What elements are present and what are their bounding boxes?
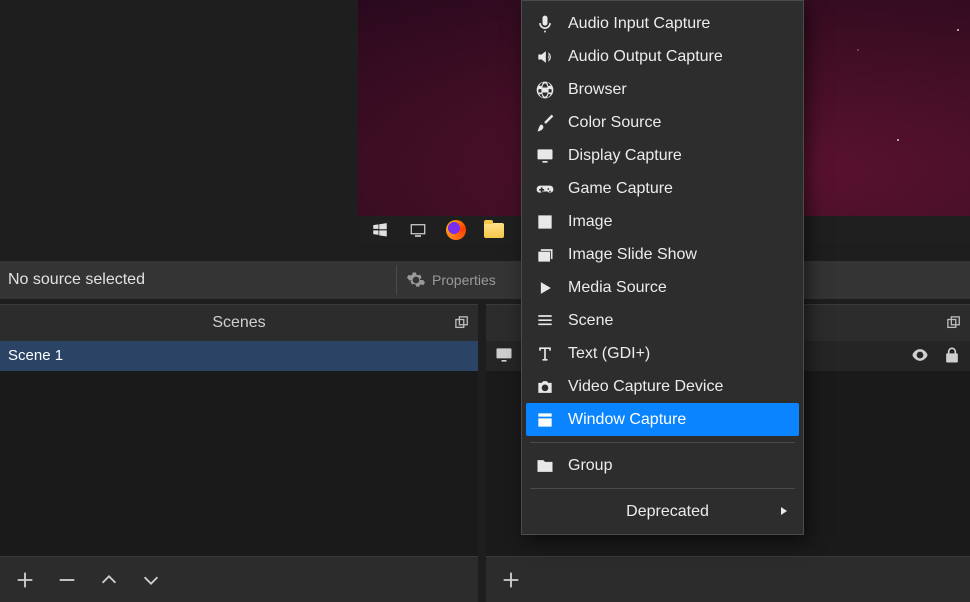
- menu-item-image[interactable]: Image: [526, 205, 799, 238]
- menu-item-label: Color Source: [568, 114, 661, 132]
- globe-icon: [534, 80, 556, 100]
- scenes-panel-title: Scenes: [212, 314, 265, 331]
- task-view-icon: [408, 220, 428, 240]
- stack-icon: [534, 245, 556, 265]
- menu-item-group[interactable]: Group: [526, 449, 799, 482]
- window-icon: [534, 410, 556, 430]
- folder-icon: [534, 456, 556, 476]
- infobar-divider: [396, 265, 397, 295]
- menu-item-audio-input-capture[interactable]: Audio Input Capture: [526, 7, 799, 40]
- menu-item-label: Deprecated: [568, 503, 767, 521]
- menu-item-label: Scene: [568, 312, 613, 330]
- text-icon: [534, 344, 556, 364]
- scenes-list[interactable]: Scene 1: [0, 341, 478, 556]
- menu-item-label: Media Source: [568, 279, 667, 297]
- scene-move-down-button[interactable]: [136, 565, 166, 595]
- scene-remove-button[interactable]: [52, 565, 82, 595]
- menu-item-browser[interactable]: Browser: [526, 73, 799, 106]
- menu-item-label: Game Capture: [568, 180, 673, 198]
- menu-item-window-capture[interactable]: Window Capture: [526, 403, 799, 436]
- menu-item-media-source[interactable]: Media Source: [526, 271, 799, 304]
- menu-item-audio-output-capture[interactable]: Audio Output Capture: [526, 40, 799, 73]
- image-icon: [534, 212, 556, 232]
- menu-item-display-capture[interactable]: Display Capture: [526, 139, 799, 172]
- menu-item-label: Browser: [568, 81, 627, 99]
- scene-item[interactable]: Scene 1: [0, 341, 478, 371]
- menu-separator: [530, 488, 795, 489]
- menu-item-label: Text (GDI+): [568, 345, 650, 363]
- lock-icon[interactable]: [942, 345, 962, 368]
- display-icon: [534, 146, 556, 166]
- gear-icon: [406, 270, 426, 290]
- menu-item-label: Window Capture: [568, 411, 686, 429]
- scenes-panel-header: Scenes: [0, 305, 478, 341]
- gamepad-icon: [534, 179, 556, 199]
- chevron-right-icon: [779, 503, 789, 521]
- menu-item-label: Group: [568, 457, 612, 475]
- scenes-dock-button[interactable]: [452, 313, 472, 333]
- menu-item-label: Audio Input Capture: [568, 15, 710, 33]
- properties-button[interactable]: Properties: [406, 261, 496, 299]
- menu-item-game-capture[interactable]: Game Capture: [526, 172, 799, 205]
- menu-item-label: Audio Output Capture: [568, 48, 723, 66]
- list-icon: [534, 311, 556, 331]
- windows-start-icon: [370, 220, 390, 240]
- eye-icon[interactable]: [910, 345, 930, 368]
- play-icon: [534, 278, 556, 298]
- firefox-icon: [446, 220, 466, 240]
- display-icon: [494, 345, 514, 368]
- scenes-panel: Scenes Scene 1: [0, 304, 478, 602]
- sources-dock-button[interactable]: [944, 313, 964, 333]
- menu-item-label: Display Capture: [568, 147, 682, 165]
- menu-item-deprecated[interactable]: Deprecated: [526, 495, 799, 528]
- menu-item-label: Image Slide Show: [568, 246, 697, 264]
- menu-item-label: Video Capture Device: [568, 378, 723, 396]
- scenes-panel-footer: [0, 556, 478, 602]
- dock-panels: Scenes Scene 1: [0, 304, 970, 602]
- scene-add-button[interactable]: [10, 565, 40, 595]
- file-explorer-icon: [484, 220, 504, 240]
- camera-icon: [534, 377, 556, 397]
- infobar: No source selected Properties: [0, 261, 970, 299]
- sources-panel-footer: [486, 556, 970, 602]
- properties-label: Properties: [432, 272, 496, 288]
- menu-separator: [530, 442, 795, 443]
- mic-icon: [534, 14, 556, 34]
- menu-item-image-slide-show[interactable]: Image Slide Show: [526, 238, 799, 271]
- menu-item-text-gdi[interactable]: Text (GDI+): [526, 337, 799, 370]
- no-source-label: No source selected: [0, 271, 145, 289]
- speaker-icon: [534, 47, 556, 67]
- menu-item-label: Image: [568, 213, 612, 231]
- scene-move-up-button[interactable]: [94, 565, 124, 595]
- add-source-context-menu[interactable]: Audio Input Capture Audio Output Capture…: [521, 0, 804, 535]
- menu-item-video-capture-device[interactable]: Video Capture Device: [526, 370, 799, 403]
- menu-item-color-source[interactable]: Color Source: [526, 106, 799, 139]
- menu-item-scene[interactable]: Scene: [526, 304, 799, 337]
- source-add-button[interactable]: [496, 565, 526, 595]
- brush-icon: [534, 113, 556, 133]
